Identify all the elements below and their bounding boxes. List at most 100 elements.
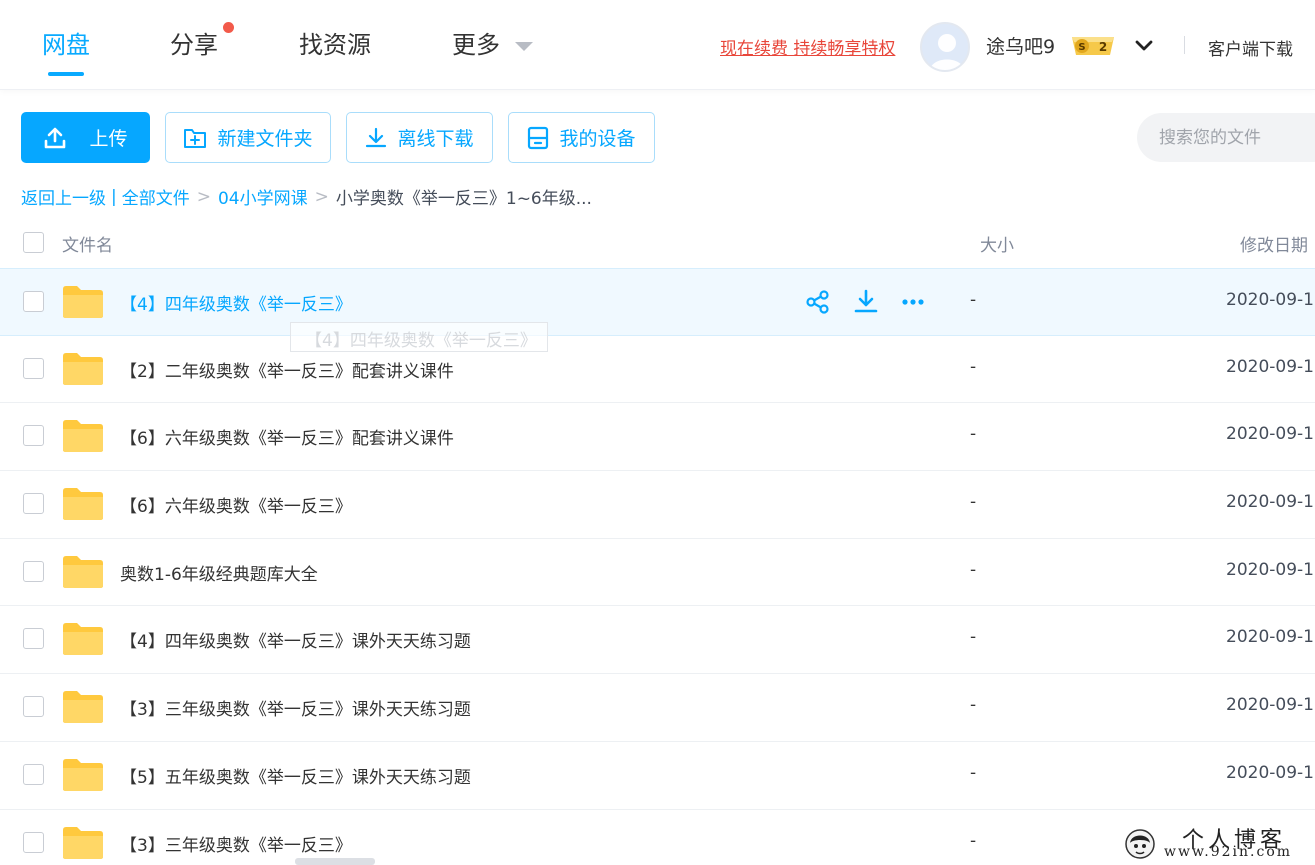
active-tab-indicator: [48, 72, 84, 76]
nav-divider: [1184, 36, 1185, 54]
upload-label: 上传: [89, 128, 128, 150]
vip-level: 2: [1099, 40, 1107, 54]
file-date: 2020-09-11: [1226, 356, 1315, 377]
upload-button[interactable]: 上传: [21, 112, 150, 163]
breadcrumb-level1[interactable]: 04小学网课: [218, 184, 308, 209]
horizontal-scrollbar[interactable]: [295, 858, 375, 865]
file-date: 2020-09-11: [1226, 627, 1315, 648]
avatar[interactable]: [920, 22, 970, 72]
file-name[interactable]: 【5】五年级奥数《举一反三》课外天天练习题: [120, 763, 471, 788]
row-checkbox[interactable]: [23, 628, 44, 650]
client-download-link[interactable]: 客户端下载: [1208, 35, 1293, 60]
file-row[interactable]: 【3】三年级奥数《举一反三》课外天天练习题 - 2020-09-11: [0, 674, 1315, 742]
tab-netdisk[interactable]: 网盘: [42, 28, 90, 62]
file-size: -: [970, 424, 977, 445]
renew-membership-link[interactable]: 现在续费 持续畅享特权: [720, 34, 895, 59]
breadcrumb-current: 小学奥数《举一反三》1~6年级...: [335, 189, 592, 209]
folder-icon[interactable]: [62, 758, 104, 792]
file-row[interactable]: 【3】三年级奥数《举一反三》 -: [0, 810, 1315, 865]
more-dropdown-icon[interactable]: [515, 42, 533, 51]
avatar-icon: [930, 34, 964, 70]
folder-icon[interactable]: [62, 487, 104, 521]
file-list-header: 文件名 大小 修改日期: [0, 220, 1315, 268]
my-devices-button[interactable]: 我的设备: [508, 112, 655, 163]
folder-icon[interactable]: [62, 352, 104, 386]
download-icon: [366, 127, 387, 147]
upload-icon: [45, 127, 66, 148]
file-size: -: [970, 559, 977, 580]
download-icon[interactable]: [853, 289, 879, 315]
tab-more[interactable]: 更多: [452, 28, 500, 62]
file-size: -: [970, 492, 977, 513]
file-size: -: [970, 627, 977, 648]
breadcrumb-all-files[interactable]: 全部文件: [122, 184, 190, 209]
folder-icon[interactable]: [62, 690, 104, 724]
folder-icon[interactable]: [62, 419, 104, 453]
chevron-down-icon[interactable]: [1133, 34, 1155, 56]
blog-logo-icon: [1125, 829, 1155, 859]
file-name[interactable]: 【6】六年级奥数《举一反三》: [120, 492, 352, 517]
watermark-url: www.92in.com: [1164, 844, 1293, 860]
my-devices-label: 我的设备: [559, 128, 636, 150]
drag-ghost: 【4】四年级奥数《举一反三》: [290, 322, 548, 352]
file-row[interactable]: 【6】六年级奥数《举一反三》配套讲义课件 - 2020-09-11: [0, 403, 1315, 472]
svg-text:S: S: [1078, 42, 1085, 53]
row-checkbox[interactable]: [23, 357, 44, 379]
file-date: 2020-09-11: [1226, 559, 1315, 580]
row-checkbox[interactable]: [23, 493, 44, 515]
file-size: -: [970, 290, 977, 310]
file-name[interactable]: 【4】四年级奥数《举一反三》: [120, 290, 352, 315]
file-row[interactable]: 【5】五年级奥数《举一反三》课外天天练习题 - 2020-09-11: [0, 742, 1315, 810]
folder-icon[interactable]: [62, 555, 104, 589]
column-name[interactable]: 文件名: [62, 231, 113, 256]
file-list: 【4】四年级奥数《举一反三》 -2020-09-11 【2】二年级奥数《举一反三》配…: [0, 268, 1315, 865]
vip-badge-icon: S 2: [1072, 37, 1114, 55]
file-date: 2020-09-11: [1226, 424, 1315, 445]
breadcrumb: 返回上一级 | 全部文件 > 04小学网课 > 小学奥数《举一反三》1~6年级.…: [21, 184, 592, 210]
file-name[interactable]: 【2】二年级奥数《举一反三》配套讲义课件: [120, 357, 454, 382]
folder-icon[interactable]: [62, 622, 104, 656]
file-row[interactable]: 【6】六年级奥数《举一反三》 - 2020-09-11: [0, 471, 1315, 539]
breadcrumb-pipe: |: [111, 186, 117, 207]
file-name[interactable]: 【3】三年级奥数《举一反三》课外天天练习题: [120, 695, 471, 720]
row-checkbox[interactable]: [23, 291, 44, 312]
new-folder-button[interactable]: 新建文件夹: [165, 112, 331, 163]
breadcrumb-back[interactable]: 返回上一级: [21, 184, 106, 209]
file-name[interactable]: 奥数1-6年级经典题库大全: [120, 560, 318, 585]
tab-find-resources[interactable]: 找资源: [299, 28, 371, 62]
row-checkbox[interactable]: [23, 425, 44, 447]
file-date: 2020-09-11: [1226, 762, 1315, 783]
file-name[interactable]: 【4】四年级奥数《举一反三》课外天天练习题: [120, 627, 471, 652]
breadcrumb-separator: >: [196, 186, 211, 207]
folder-icon[interactable]: [62, 285, 104, 319]
file-name[interactable]: 【6】六年级奥数《举一反三》配套讲义课件: [120, 424, 454, 449]
column-size[interactable]: 大小: [980, 231, 1014, 256]
top-nav: 网盘 分享 找资源 更多 现在续费 持续畅享特权 途乌吧9 S 2 客户端下载: [0, 0, 1315, 90]
breadcrumb-separator: >: [314, 186, 329, 207]
file-row[interactable]: 【4】四年级奥数《举一反三》课外天天练习题 - 2020-09-11: [0, 606, 1315, 675]
file-size: -: [970, 830, 977, 851]
file-size: -: [970, 356, 977, 377]
notification-dot: [223, 22, 234, 33]
offline-download-button[interactable]: 离线下载: [346, 112, 493, 163]
tab-share[interactable]: 分享: [170, 28, 218, 62]
new-folder-icon: [184, 128, 207, 148]
row-checkbox[interactable]: [23, 560, 44, 582]
file-row[interactable]: 奥数1-6年级经典题库大全 - 2020-09-11: [0, 539, 1315, 607]
folder-icon[interactable]: [62, 826, 104, 860]
share-icon[interactable]: [805, 289, 831, 315]
file-size: -: [970, 695, 977, 716]
row-checkbox[interactable]: [23, 831, 44, 853]
file-row[interactable]: 【4】四年级奥数《举一反三》 - 2020-09-11: [0, 268, 1315, 336]
row-checkbox[interactable]: [23, 696, 44, 718]
select-all-checkbox[interactable]: [23, 232, 44, 253]
file-date: 2020-09-11: [1226, 492, 1315, 513]
username[interactable]: 途乌吧9: [986, 32, 1055, 59]
file-row[interactable]: 【2】二年级奥数《举一反三》配套讲义课件 - 2020-09-11: [0, 336, 1315, 404]
search-input[interactable]: [1137, 113, 1315, 162]
row-checkbox[interactable]: [23, 763, 44, 785]
column-modified[interactable]: 修改日期: [1240, 231, 1308, 256]
file-name[interactable]: 【3】三年级奥数《举一反三》: [120, 831, 352, 856]
more-dots-icon[interactable]: [900, 289, 926, 315]
file-date: 2020-09-11: [1226, 695, 1315, 716]
